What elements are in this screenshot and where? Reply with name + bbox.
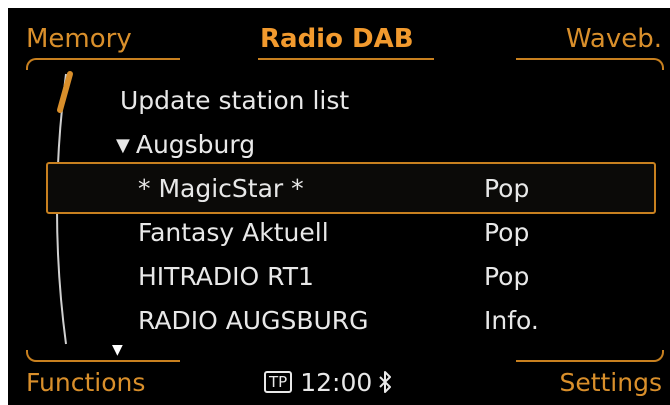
functions-button[interactable]: Functions xyxy=(26,368,145,398)
footer-divider-right xyxy=(516,360,650,362)
clock: 12:00 xyxy=(300,368,373,397)
list-item-label: Augsburg xyxy=(135,130,256,159)
bluetooth-icon xyxy=(378,370,392,400)
header-divider-center xyxy=(258,58,434,60)
tp-badge: TP xyxy=(264,371,293,393)
station-genre: Pop xyxy=(484,174,530,203)
header-divider-right xyxy=(516,58,650,60)
header-divider-right-cap xyxy=(648,58,664,70)
station-name: RADIO AUGSBURG xyxy=(138,306,369,335)
infotainment-screen: Memory Radio DAB Waveb. Update station l… xyxy=(8,8,670,405)
settings-button[interactable]: Settings xyxy=(559,368,662,398)
list-item-fantasy-aktuell[interactable]: Fantasy Aktuell xyxy=(138,216,329,250)
expanded-triangle-icon: ▼ xyxy=(116,135,130,156)
more-below-icon: ▼ xyxy=(112,342,123,358)
status-bar: TP 12:00 xyxy=(264,368,392,400)
station-genre: Info. xyxy=(484,306,539,335)
list-item-radio-augsburg[interactable]: RADIO AUGSBURG xyxy=(138,304,369,338)
station-name: HITRADIO RT1 xyxy=(138,262,314,291)
footer-divider-left xyxy=(40,360,180,362)
footer-divider-right-cap xyxy=(648,350,664,362)
list-item-magicstar[interactable]: * MagicStar * xyxy=(138,172,304,206)
list-item-augsburg-group[interactable]: ▼ Augsburg xyxy=(116,128,255,163)
list-item-label: Update station list xyxy=(120,86,350,115)
station-name: * MagicStar * xyxy=(138,174,304,203)
station-name: Fantasy Aktuell xyxy=(138,218,329,247)
tab-waveband[interactable]: Waveb. xyxy=(566,22,662,56)
page-title: Radio DAB xyxy=(260,24,414,54)
station-genre: Pop xyxy=(484,218,530,247)
list-item-update-station-list[interactable]: Update station list xyxy=(120,84,349,118)
list-item-hitradio-rt1[interactable]: HITRADIO RT1 xyxy=(138,260,314,294)
tab-memory[interactable]: Memory xyxy=(26,22,132,56)
station-genre: Pop xyxy=(484,262,530,291)
header-divider-left xyxy=(40,58,180,60)
